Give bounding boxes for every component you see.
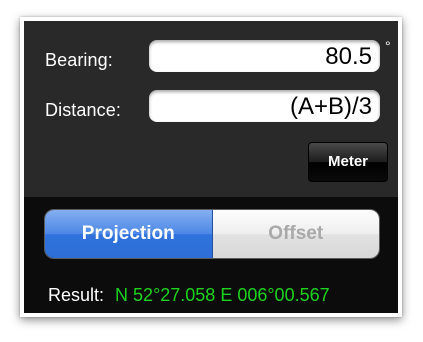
projection-segment[interactable]: Projection <box>45 210 213 258</box>
app-frame: Bearing: 80.5 ° Distance: (A+B)/3 Meter … <box>20 17 402 317</box>
offset-segment[interactable]: Offset <box>212 210 379 258</box>
projection-screen: Bearing: 80.5 ° Distance: (A+B)/3 Meter … <box>24 21 398 313</box>
result-line: Result: N 52°27.058 E 006°00.567 <box>48 285 330 306</box>
bearing-label: Bearing: <box>45 50 113 70</box>
result-label: Result: <box>48 285 105 305</box>
degree-unit-symbol: ° <box>385 38 391 54</box>
distance-unit-button[interactable]: Meter <box>308 142 388 182</box>
distance-field[interactable]: (A+B)/3 <box>149 90 380 122</box>
distance-label: Distance: <box>45 100 121 120</box>
mode-segmented-control: Projection Offset <box>44 209 380 259</box>
bearing-field[interactable]: 80.5 <box>149 40 380 72</box>
result-coordinates: N 52°27.058 E 006°00.567 <box>115 285 330 305</box>
